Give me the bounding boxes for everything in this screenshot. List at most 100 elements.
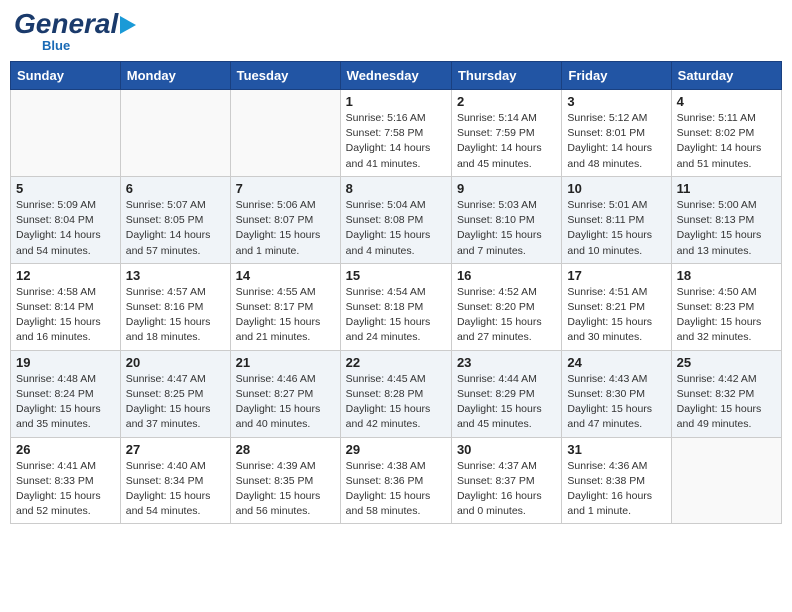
- day-number: 20: [126, 355, 225, 370]
- calendar-cell: [120, 90, 230, 177]
- weekday-header-saturday: Saturday: [671, 62, 781, 90]
- weekday-header-monday: Monday: [120, 62, 230, 90]
- day-number: 15: [346, 268, 446, 283]
- day-number: 6: [126, 181, 225, 196]
- calendar-cell: 24 Sunrise: 4:43 AM Sunset: 8:30 PM Dayli…: [562, 350, 671, 437]
- day-number: 12: [16, 268, 115, 283]
- day-info: Sunrise: 4:54 AM Sunset: 8:18 PM Dayligh…: [346, 285, 446, 346]
- calendar-cell: 19 Sunrise: 4:48 AM Sunset: 8:24 PM Dayli…: [11, 350, 121, 437]
- calendar-cell: 29Sunrise: 4:38 AM Sunset: 8:36 PM Dayli…: [340, 437, 451, 524]
- day-info: Sunrise: 4:38 AM Sunset: 8:36 PM Dayligh…: [346, 459, 446, 520]
- calendar-cell: [230, 90, 340, 177]
- calendar-week-row: 19 Sunrise: 4:48 AM Sunset: 8:24 PM Dayli…: [11, 350, 782, 437]
- day-number: 18: [677, 268, 776, 283]
- calendar-cell: 4 Sunrise: 5:11 AM Sunset: 8:02 PM Daylig…: [671, 90, 781, 177]
- logo-arrow-icon: [120, 16, 136, 34]
- day-number: 30: [457, 442, 556, 457]
- day-info: Sunrise: 4:52 AM Sunset: 8:20 PM Dayligh…: [457, 285, 556, 346]
- day-info: Sunrise: 5:04 AM Sunset: 8:08 PM Dayligh…: [346, 198, 446, 259]
- calendar-week-row: 26 Sunrise: 4:41 AM Sunset: 8:33 PM Dayli…: [11, 437, 782, 524]
- day-info: Sunrise: 4:55 AM Sunset: 8:17 PM Dayligh…: [236, 285, 335, 346]
- day-number: 8: [346, 181, 446, 196]
- day-number: 24: [567, 355, 665, 370]
- weekday-header-sunday: Sunday: [11, 62, 121, 90]
- day-info: Sunrise: 5:00 AM Sunset: 8:13 PM Dayligh…: [677, 198, 776, 259]
- day-number: 16: [457, 268, 556, 283]
- calendar-cell: 25Sunrise: 4:42 AM Sunset: 8:32 PM Dayli…: [671, 350, 781, 437]
- day-info: Sunrise: 5:03 AM Sunset: 8:10 PM Dayligh…: [457, 198, 556, 259]
- day-info: Sunrise: 4:47 AM Sunset: 8:25 PM Dayligh…: [126, 372, 225, 433]
- day-number: 3: [567, 94, 665, 109]
- day-info: Sunrise: 5:06 AM Sunset: 8:07 PM Dayligh…: [236, 198, 335, 259]
- calendar-cell: 3Sunrise: 5:12 AM Sunset: 8:01 PM Daylig…: [562, 90, 671, 177]
- page-header: General Blue: [10, 10, 782, 53]
- day-info: Sunrise: 5:09 AM Sunset: 8:04 PM Dayligh…: [16, 198, 115, 259]
- day-info: Sunrise: 4:57 AM Sunset: 8:16 PM Dayligh…: [126, 285, 225, 346]
- calendar-cell: 16 Sunrise: 4:52 AM Sunset: 8:20 PM Dayli…: [451, 263, 561, 350]
- calendar-cell: 10 Sunrise: 5:01 AM Sunset: 8:11 PM Dayli…: [562, 176, 671, 263]
- calendar-cell: 27 Sunrise: 4:40 AM Sunset: 8:34 PM Dayli…: [120, 437, 230, 524]
- day-number: 1: [346, 94, 446, 109]
- logo-general: General: [14, 10, 118, 38]
- calendar-cell: 17 Sunrise: 4:51 AM Sunset: 8:21 PM Dayli…: [562, 263, 671, 350]
- day-number: 28: [236, 442, 335, 457]
- logo: General Blue: [14, 10, 136, 53]
- day-info: Sunrise: 4:48 AM Sunset: 8:24 PM Dayligh…: [16, 372, 115, 433]
- calendar-cell: 12 Sunrise: 4:58 AM Sunset: 8:14 PM Dayli…: [11, 263, 121, 350]
- day-info: Sunrise: 4:50 AM Sunset: 8:23 PM Dayligh…: [677, 285, 776, 346]
- calendar-cell: [671, 437, 781, 524]
- calendar-cell: 18 Sunrise: 4:50 AM Sunset: 8:23 PM Dayli…: [671, 263, 781, 350]
- calendar-cell: 26 Sunrise: 4:41 AM Sunset: 8:33 PM Dayli…: [11, 437, 121, 524]
- day-info: Sunrise: 4:44 AM Sunset: 8:29 PM Dayligh…: [457, 372, 556, 433]
- day-info: Sunrise: 5:01 AM Sunset: 8:11 PM Dayligh…: [567, 198, 665, 259]
- calendar-cell: 28 Sunrise: 4:39 AM Sunset: 8:35 PM Dayli…: [230, 437, 340, 524]
- day-number: 7: [236, 181, 335, 196]
- day-info: Sunrise: 4:43 AM Sunset: 8:30 PM Dayligh…: [567, 372, 665, 433]
- day-info: Sunrise: 5:16 AM Sunset: 7:58 PM Dayligh…: [346, 111, 446, 172]
- day-number: 23: [457, 355, 556, 370]
- day-number: 4: [677, 94, 776, 109]
- day-number: 31: [567, 442, 665, 457]
- day-info: Sunrise: 4:51 AM Sunset: 8:21 PM Dayligh…: [567, 285, 665, 346]
- day-info: Sunrise: 4:46 AM Sunset: 8:27 PM Dayligh…: [236, 372, 335, 433]
- day-number: 10: [567, 181, 665, 196]
- calendar-header-row: SundayMondayTuesdayWednesdayThursdayFrid…: [11, 62, 782, 90]
- day-info: Sunrise: 4:42 AM Sunset: 8:32 PM Dayligh…: [677, 372, 776, 433]
- day-number: 17: [567, 268, 665, 283]
- calendar-cell: 14 Sunrise: 4:55 AM Sunset: 8:17 PM Dayli…: [230, 263, 340, 350]
- day-number: 9: [457, 181, 556, 196]
- weekday-header-wednesday: Wednesday: [340, 62, 451, 90]
- calendar-cell: 9 Sunrise: 5:03 AM Sunset: 8:10 PM Daylig…: [451, 176, 561, 263]
- calendar-cell: 31 Sunrise: 4:36 AM Sunset: 8:38 PM Dayli…: [562, 437, 671, 524]
- calendar-cell: 2Sunrise: 5:14 AM Sunset: 7:59 PM Daylig…: [451, 90, 561, 177]
- calendar-cell: 6 Sunrise: 5:07 AM Sunset: 8:05 PM Daylig…: [120, 176, 230, 263]
- day-info: Sunrise: 4:36 AM Sunset: 8:38 PM Dayligh…: [567, 459, 665, 520]
- day-info: Sunrise: 5:11 AM Sunset: 8:02 PM Dayligh…: [677, 111, 776, 172]
- calendar-cell: 21 Sunrise: 4:46 AM Sunset: 8:27 PM Dayli…: [230, 350, 340, 437]
- day-number: 14: [236, 268, 335, 283]
- day-number: 22: [346, 355, 446, 370]
- calendar-table: SundayMondayTuesdayWednesdayThursdayFrid…: [10, 61, 782, 524]
- day-number: 19: [16, 355, 115, 370]
- calendar-cell: 5 Sunrise: 5:09 AM Sunset: 8:04 PM Daylig…: [11, 176, 121, 263]
- day-info: Sunrise: 5:07 AM Sunset: 8:05 PM Dayligh…: [126, 198, 225, 259]
- day-number: 11: [677, 181, 776, 196]
- day-info: Sunrise: 4:39 AM Sunset: 8:35 PM Dayligh…: [236, 459, 335, 520]
- day-info: Sunrise: 4:40 AM Sunset: 8:34 PM Dayligh…: [126, 459, 225, 520]
- calendar-cell: 23 Sunrise: 4:44 AM Sunset: 8:29 PM Dayli…: [451, 350, 561, 437]
- calendar-week-row: 5 Sunrise: 5:09 AM Sunset: 8:04 PM Daylig…: [11, 176, 782, 263]
- day-number: 26: [16, 442, 115, 457]
- day-number: 21: [236, 355, 335, 370]
- day-number: 27: [126, 442, 225, 457]
- calendar-cell: 13Sunrise: 4:57 AM Sunset: 8:16 PM Dayli…: [120, 263, 230, 350]
- weekday-header-tuesday: Tuesday: [230, 62, 340, 90]
- calendar-cell: 8 Sunrise: 5:04 AM Sunset: 8:08 PM Daylig…: [340, 176, 451, 263]
- calendar-cell: 15 Sunrise: 4:54 AM Sunset: 8:18 PM Dayli…: [340, 263, 451, 350]
- day-number: 5: [16, 181, 115, 196]
- day-info: Sunrise: 4:58 AM Sunset: 8:14 PM Dayligh…: [16, 285, 115, 346]
- logo-blue: Blue: [42, 38, 70, 53]
- calendar-cell: 7 Sunrise: 5:06 AM Sunset: 8:07 PM Daylig…: [230, 176, 340, 263]
- day-number: 2: [457, 94, 556, 109]
- day-info: Sunrise: 4:41 AM Sunset: 8:33 PM Dayligh…: [16, 459, 115, 520]
- calendar-cell: 30Sunrise: 4:37 AM Sunset: 8:37 PM Dayli…: [451, 437, 561, 524]
